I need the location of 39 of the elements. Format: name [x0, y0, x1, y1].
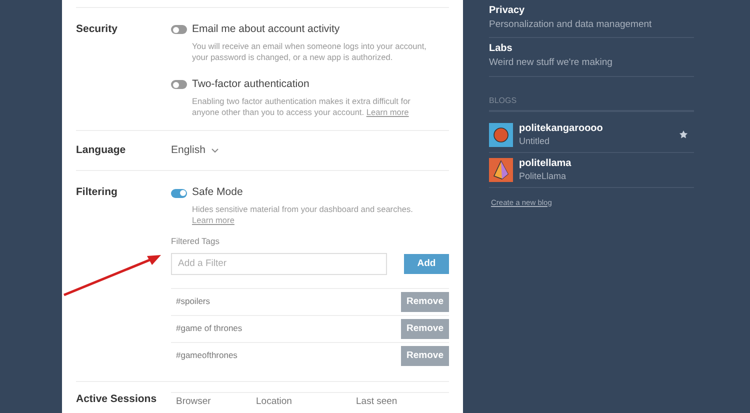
- blog-title: Untitled: [519, 134, 551, 146]
- section-heading: BLOGS: [489, 94, 694, 112]
- menu-item-subtitle: Personalization and data management: [489, 18, 653, 32]
- tag-text: #game of thrones: [176, 322, 242, 336]
- remove-button[interactable]: Remove: [401, 318, 449, 339]
- toggle-label: Two-factor authentication: [192, 76, 310, 92]
- tag-text: #gameofthrones: [176, 349, 238, 362]
- add-button[interactable]: Add: [404, 254, 449, 274]
- toggle-label: Email me about account activity: [192, 22, 340, 37]
- learn-more-link[interactable]: Learn more: [192, 215, 234, 225]
- column-header: Last seen: [356, 394, 398, 409]
- blog-title: PoliteLlama: [519, 170, 568, 182]
- section-label: Language: [76, 142, 127, 158]
- star-icon[interactable]: [679, 130, 688, 139]
- blog-name[interactable]: politekangaroooo: [519, 122, 673, 134]
- section-label: Security: [76, 22, 118, 37]
- remove-button[interactable]: Remove: [401, 292, 449, 312]
- tag-text: #spoilers: [176, 295, 210, 308]
- language-select[interactable]: English: [171, 142, 206, 158]
- remove-button[interactable]: Remove: [401, 346, 449, 366]
- filter-input[interactable]: Add a Filter: [171, 252, 387, 275]
- description-text: Hides sensitive material from your dashboard and searches. Learn more: [192, 204, 414, 226]
- blog-name[interactable]: politellama: [519, 158, 694, 170]
- menu-item-subtitle: Weird new stuff we're making: [489, 56, 614, 70]
- section-label: Filtering: [76, 185, 118, 200]
- description-text: Enabling two factor authentication makes it extra difficult for anyone other than you to access your account. Learn more: [192, 96, 412, 118]
- toggle-switch[interactable]: [171, 25, 187, 34]
- column-header: Browser: [176, 394, 212, 409]
- chevron-down-icon: [211, 148, 220, 153]
- section-label: Active Sessions: [76, 392, 158, 407]
- column-header: Location: [256, 394, 293, 409]
- description-text: You will receive an email when someone logs into your account, your password is changed, or a new app is authorized.: [192, 40, 428, 63]
- menu-item-title[interactable]: Labs: [489, 41, 694, 56]
- menu-item-title[interactable]: Privacy: [489, 3, 694, 18]
- section-subheading: Filtered Tags: [171, 235, 221, 248]
- toggle-switch[interactable]: [171, 188, 187, 198]
- learn-more-link[interactable]: Learn more: [366, 106, 409, 116]
- toggle-label: Safe Mode: [192, 185, 243, 200]
- toggle-switch[interactable]: [171, 80, 187, 90]
